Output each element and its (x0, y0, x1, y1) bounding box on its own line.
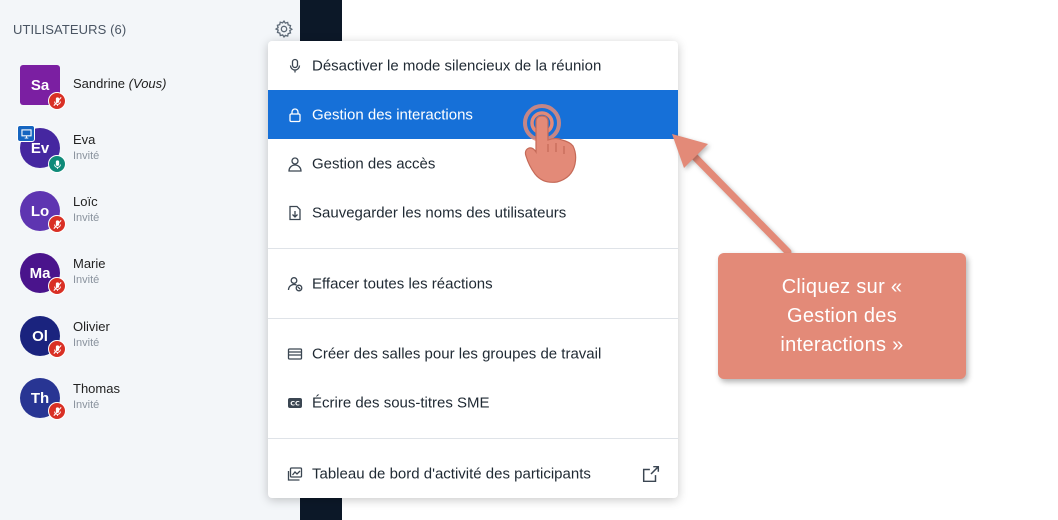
muted-mic-icon (48, 277, 66, 295)
tutorial-callout: Cliquez sur « Gestion des interactions » (718, 253, 966, 379)
muted-mic-icon (48, 402, 66, 420)
menu-item-breakout-rooms[interactable]: Créer des salles pour les groupes de tra… (268, 329, 678, 378)
user-name: Thomas (73, 381, 120, 396)
dashboard-icon (286, 465, 304, 483)
user-list-panel: UTILISATEURS (6) Sa Sandrine (Vous) Ev E… (0, 0, 300, 520)
user-row-eva[interactable]: Ev Eva Invité (0, 119, 300, 175)
microphone-icon (286, 57, 304, 75)
user-name: Eva (73, 132, 96, 147)
user-role: Invité (73, 274, 100, 286)
user-clear-icon (286, 275, 304, 293)
menu-divider (268, 248, 678, 249)
menu-item-closed-captions[interactable]: CC Écrire des sous-titres SME (268, 378, 678, 427)
user-role: Invité (73, 399, 100, 411)
gear-icon[interactable] (274, 19, 294, 39)
menu-item-manage-interactions[interactable]: Gestion des interactions (268, 90, 678, 139)
user-row-sandrine[interactable]: Sa Sandrine (Vous) (0, 56, 300, 112)
download-file-icon (286, 204, 304, 222)
user-row-marie[interactable]: Ma Marie Invité (0, 244, 300, 300)
user-role: Invité (73, 337, 100, 349)
pointing-hand-icon (523, 104, 577, 183)
user-row-loic[interactable]: Lo Loïc Invité (0, 182, 300, 238)
user-options-menu: Désactiver le mode silencieux de la réun… (268, 41, 678, 498)
user-name: Olivier (73, 319, 110, 334)
user-name: Loïc (73, 194, 98, 209)
menu-item-unmute-meeting[interactable]: Désactiver le mode silencieux de la réun… (268, 41, 678, 90)
menu-item-activity-dashboard[interactable]: Tableau de bord d'activité des participa… (268, 449, 678, 498)
menu-item-manage-access[interactable]: Gestion des accès (268, 139, 678, 188)
user-row-thomas[interactable]: Th Thomas Invité (0, 369, 300, 425)
muted-mic-icon (48, 92, 66, 110)
user-name: Marie (73, 256, 106, 271)
menu-divider (268, 438, 678, 439)
user-icon (286, 155, 304, 173)
user-row-olivier[interactable]: Ol Olivier Invité (0, 307, 300, 363)
menu-divider (268, 318, 678, 319)
muted-mic-icon (48, 215, 66, 233)
user-role: Invité (73, 212, 100, 224)
callout-text: Cliquez sur « Gestion des interactions » (780, 275, 904, 356)
lock-icon (286, 106, 304, 124)
external-link-icon (642, 465, 660, 482)
presenter-icon (17, 125, 35, 142)
user-role: Invité (73, 150, 100, 162)
user-name: Sandrine (Vous) (73, 76, 167, 91)
microphone-icon (48, 155, 66, 173)
menu-item-save-usernames[interactable]: Sauvegarder les noms des utilisateurs (268, 188, 678, 237)
menu-item-clear-reactions[interactable]: Effacer toutes les réactions (268, 259, 678, 308)
svg-text:CC: CC (290, 399, 300, 407)
breakout-rooms-icon (286, 345, 304, 363)
closed-caption-icon: CC (286, 394, 304, 412)
muted-mic-icon (48, 340, 66, 358)
users-header: UTILISATEURS (6) (13, 22, 127, 37)
